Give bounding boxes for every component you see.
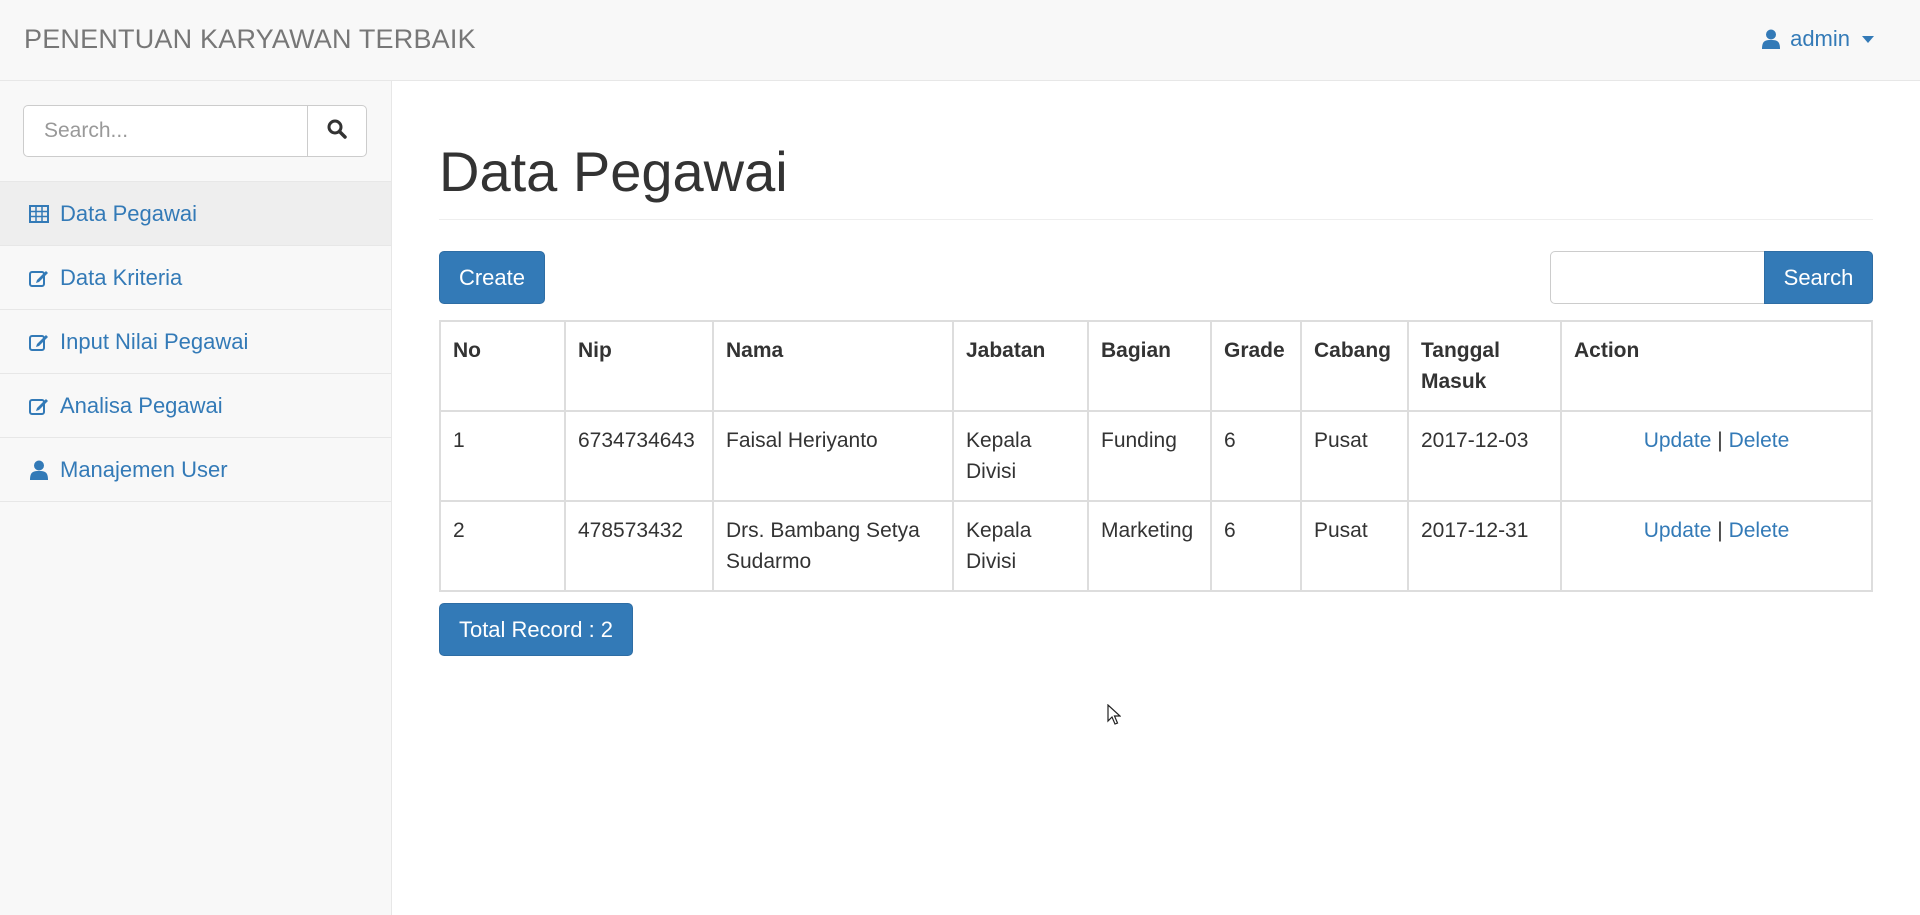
user-icon xyxy=(26,460,52,480)
cell-grade: 6 xyxy=(1210,410,1302,502)
delete-link[interactable]: Delete xyxy=(1729,519,1790,542)
table-row: 2 478573432 Drs. Bambang Setya Sudarmo K… xyxy=(439,500,1873,592)
user-menu[interactable]: admin xyxy=(1762,26,1874,52)
brand-title[interactable]: PENENTUAN KARYAWAN TERBAIK xyxy=(24,24,476,55)
update-link[interactable]: Update xyxy=(1644,519,1712,542)
action-separator: | xyxy=(1717,429,1723,452)
sidebar: Data Pegawai Data Kriteria Input Nilai P… xyxy=(0,81,392,915)
cell-tanggal-masuk: 2017-12-03 xyxy=(1407,410,1562,502)
edit-icon xyxy=(26,268,52,288)
column-header-cabang: Cabang xyxy=(1300,320,1409,412)
total-record-button[interactable]: Total Record : 2 xyxy=(439,603,633,656)
user-icon xyxy=(1762,29,1781,49)
column-header-nama: Nama xyxy=(712,320,954,412)
sidebar-item-manajemen-user[interactable]: Manajemen User xyxy=(0,438,391,502)
column-header-bagian: Bagian xyxy=(1087,320,1212,412)
cell-bagian: Funding xyxy=(1087,410,1212,502)
mouse-cursor-icon xyxy=(1107,703,1122,731)
sidebar-item-label: Analisa Pegawai xyxy=(60,392,223,418)
table-header-row: No Nip Nama Jabatan Bagian Grade Cabang … xyxy=(439,320,1873,412)
action-separator: | xyxy=(1717,519,1723,542)
user-name: admin xyxy=(1790,26,1850,51)
column-header-tanggal-masuk: Tanggal Masuk xyxy=(1407,320,1562,412)
column-header-no: No xyxy=(439,320,566,412)
cell-nama: Drs. Bambang Setya Sudarmo xyxy=(712,500,954,592)
cell-nip: 478573432 xyxy=(564,500,714,592)
sidebar-item-label: Input Nilai Pegawai xyxy=(60,328,249,354)
sidebar-nav: Data Pegawai Data Kriteria Input Nilai P… xyxy=(0,181,391,502)
cell-cabang: Pusat xyxy=(1300,410,1409,502)
create-button[interactable]: Create xyxy=(439,251,545,304)
search-icon xyxy=(327,119,347,144)
sidebar-search-button[interactable] xyxy=(307,105,367,157)
sidebar-item-data-pegawai[interactable]: Data Pegawai xyxy=(0,182,391,246)
cell-jabatan: Kepala Divisi xyxy=(952,410,1089,502)
cell-no: 2 xyxy=(439,500,566,592)
update-link[interactable]: Update xyxy=(1644,429,1712,452)
edit-icon xyxy=(26,332,52,352)
table-icon xyxy=(26,204,52,223)
cell-nip: 6734734643 xyxy=(564,410,714,502)
table-search-input[interactable] xyxy=(1550,251,1764,304)
sidebar-item-label: Data Pegawai xyxy=(60,200,197,226)
column-header-jabatan: Jabatan xyxy=(952,320,1089,412)
page-title: Data Pegawai xyxy=(439,140,788,203)
sidebar-item-label: Data Kriteria xyxy=(60,264,183,290)
caret-down-icon xyxy=(1862,35,1874,43)
edit-icon xyxy=(26,396,52,416)
sidebar-item-data-kriteria[interactable]: Data Kriteria xyxy=(0,246,391,310)
cell-grade: 6 xyxy=(1210,500,1302,592)
sidebar-search-input[interactable] xyxy=(23,105,307,157)
main-content: Data Pegawai Create Search No Nip Nama J… xyxy=(392,81,1920,915)
delete-link[interactable]: Delete xyxy=(1729,429,1790,452)
cell-tanggal-masuk: 2017-12-31 xyxy=(1407,500,1562,592)
table-search-button[interactable]: Search xyxy=(1764,251,1873,304)
sidebar-item-analisa-pegawai[interactable]: Analisa Pegawai xyxy=(0,374,391,438)
cell-jabatan: Kepala Divisi xyxy=(952,500,1089,592)
column-header-action: Action xyxy=(1560,320,1873,412)
sidebar-search xyxy=(23,105,367,157)
sidebar-item-input-nilai-pegawai[interactable]: Input Nilai Pegawai xyxy=(0,310,391,374)
top-navbar: PENENTUAN KARYAWAN TERBAIK admin xyxy=(0,0,1920,81)
cell-cabang: Pusat xyxy=(1300,500,1409,592)
cell-action: Update | Delete xyxy=(1560,410,1873,502)
title-divider xyxy=(439,219,1873,220)
cell-bagian: Marketing xyxy=(1087,500,1212,592)
column-header-nip: Nip xyxy=(564,320,714,412)
cell-nama: Faisal Heriyanto xyxy=(712,410,954,502)
column-header-grade: Grade xyxy=(1210,320,1302,412)
sidebar-item-label: Manajemen User xyxy=(60,456,228,482)
table-row: 1 6734734643 Faisal Heriyanto Kepala Div… xyxy=(439,410,1873,502)
cell-no: 1 xyxy=(439,410,566,502)
cell-action: Update | Delete xyxy=(1560,500,1873,592)
employee-table: No Nip Nama Jabatan Bagian Grade Cabang … xyxy=(439,320,1873,592)
